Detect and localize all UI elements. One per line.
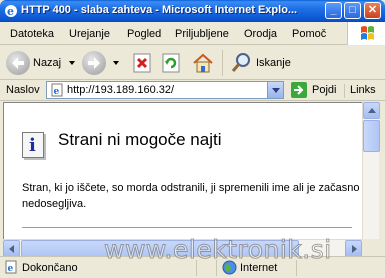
maximize-button[interactable]: □ xyxy=(344,2,361,19)
page-icon: e xyxy=(51,83,63,97)
content-area: i Strani ni mogoče najti Stran, ki jo iš… xyxy=(0,102,385,257)
scroll-left-button[interactable] xyxy=(3,240,20,257)
internet-explorer-icon: e xyxy=(5,5,17,18)
refresh-icon[interactable] xyxy=(160,52,182,74)
menu-bar: Datoteka Urejanje Pogled Priljubljene Or… xyxy=(0,22,385,45)
home-icon[interactable] xyxy=(192,52,214,74)
forward-dropdown-icon[interactable] xyxy=(113,61,119,65)
go-label: Pojdi xyxy=(312,84,337,96)
close-button[interactable]: ✕ xyxy=(364,2,381,19)
back-arrow-icon xyxy=(12,57,24,69)
address-dropdown-button[interactable] xyxy=(267,82,283,98)
search-label[interactable]: Iskanje xyxy=(256,57,291,69)
address-label: Naslov xyxy=(6,84,40,96)
vertical-scrollbar[interactable] xyxy=(362,102,380,239)
go-arrow-icon xyxy=(291,82,307,98)
arrow-left-icon xyxy=(9,245,14,253)
toolbar: Nazaj Iskanje xyxy=(0,46,385,80)
arrow-right-icon xyxy=(352,245,357,253)
address-url: http://193.189.160.32/ xyxy=(67,84,175,96)
vertical-scroll-thumb[interactable] xyxy=(363,120,380,152)
go-button[interactable]: Pojdi xyxy=(290,81,340,99)
forward-button[interactable] xyxy=(82,51,106,75)
menu-edit[interactable]: Urejanje xyxy=(69,28,110,40)
arrow-up-icon xyxy=(368,108,376,113)
page-divider xyxy=(22,227,352,228)
svg-text:e: e xyxy=(54,87,60,97)
page-heading: Strani ni mogoče najti xyxy=(58,130,222,149)
back-dropdown-icon[interactable] xyxy=(69,61,75,65)
toolbar-separator xyxy=(222,50,223,76)
page-body-text: Stran, ki jo iščete, so morda odstranili… xyxy=(22,182,360,210)
svg-text:e: e xyxy=(8,264,14,274)
stop-icon[interactable] xyxy=(131,52,153,74)
menu-tools[interactable]: Orodja xyxy=(244,28,277,40)
back-label: Nazaj xyxy=(33,57,62,69)
forward-arrow-icon xyxy=(88,57,100,69)
search-magnifier-icon[interactable] xyxy=(230,52,252,74)
menu-file[interactable]: Datoteka xyxy=(10,28,54,40)
title-bar[interactable]: e HTTP 400 - slaba zahteva - Microsoft I… xyxy=(0,0,385,22)
menu-favorites[interactable]: Priljubljene xyxy=(175,28,229,40)
window-title: HTTP 400 - slaba zahteva - Microsoft Int… xyxy=(21,4,298,16)
watermark: www.elektronik.si xyxy=(104,235,332,265)
windows-logo-icon xyxy=(347,22,385,45)
page-icon: e xyxy=(5,260,17,274)
svg-text:e: e xyxy=(7,5,14,18)
scroll-right-button[interactable] xyxy=(345,240,362,257)
back-button[interactable] xyxy=(6,51,30,75)
links-button[interactable]: Links xyxy=(344,84,376,98)
scroll-up-button[interactable] xyxy=(363,102,380,119)
address-bar: Naslov e http://193.189.160.32/ Pojdi Li… xyxy=(0,80,385,101)
menu-view[interactable]: Pogled xyxy=(127,28,161,40)
page-viewport: i Strani ni mogoče najti Stran, ki jo iš… xyxy=(3,102,362,239)
chevron-down-icon xyxy=(272,88,280,93)
info-icon: i xyxy=(22,132,44,158)
address-input[interactable]: e http://193.189.160.32/ xyxy=(46,81,284,99)
minimize-button[interactable]: _ xyxy=(325,2,342,19)
menu-help[interactable]: Pomoč xyxy=(292,28,326,40)
status-text: Dokončano xyxy=(22,262,78,274)
